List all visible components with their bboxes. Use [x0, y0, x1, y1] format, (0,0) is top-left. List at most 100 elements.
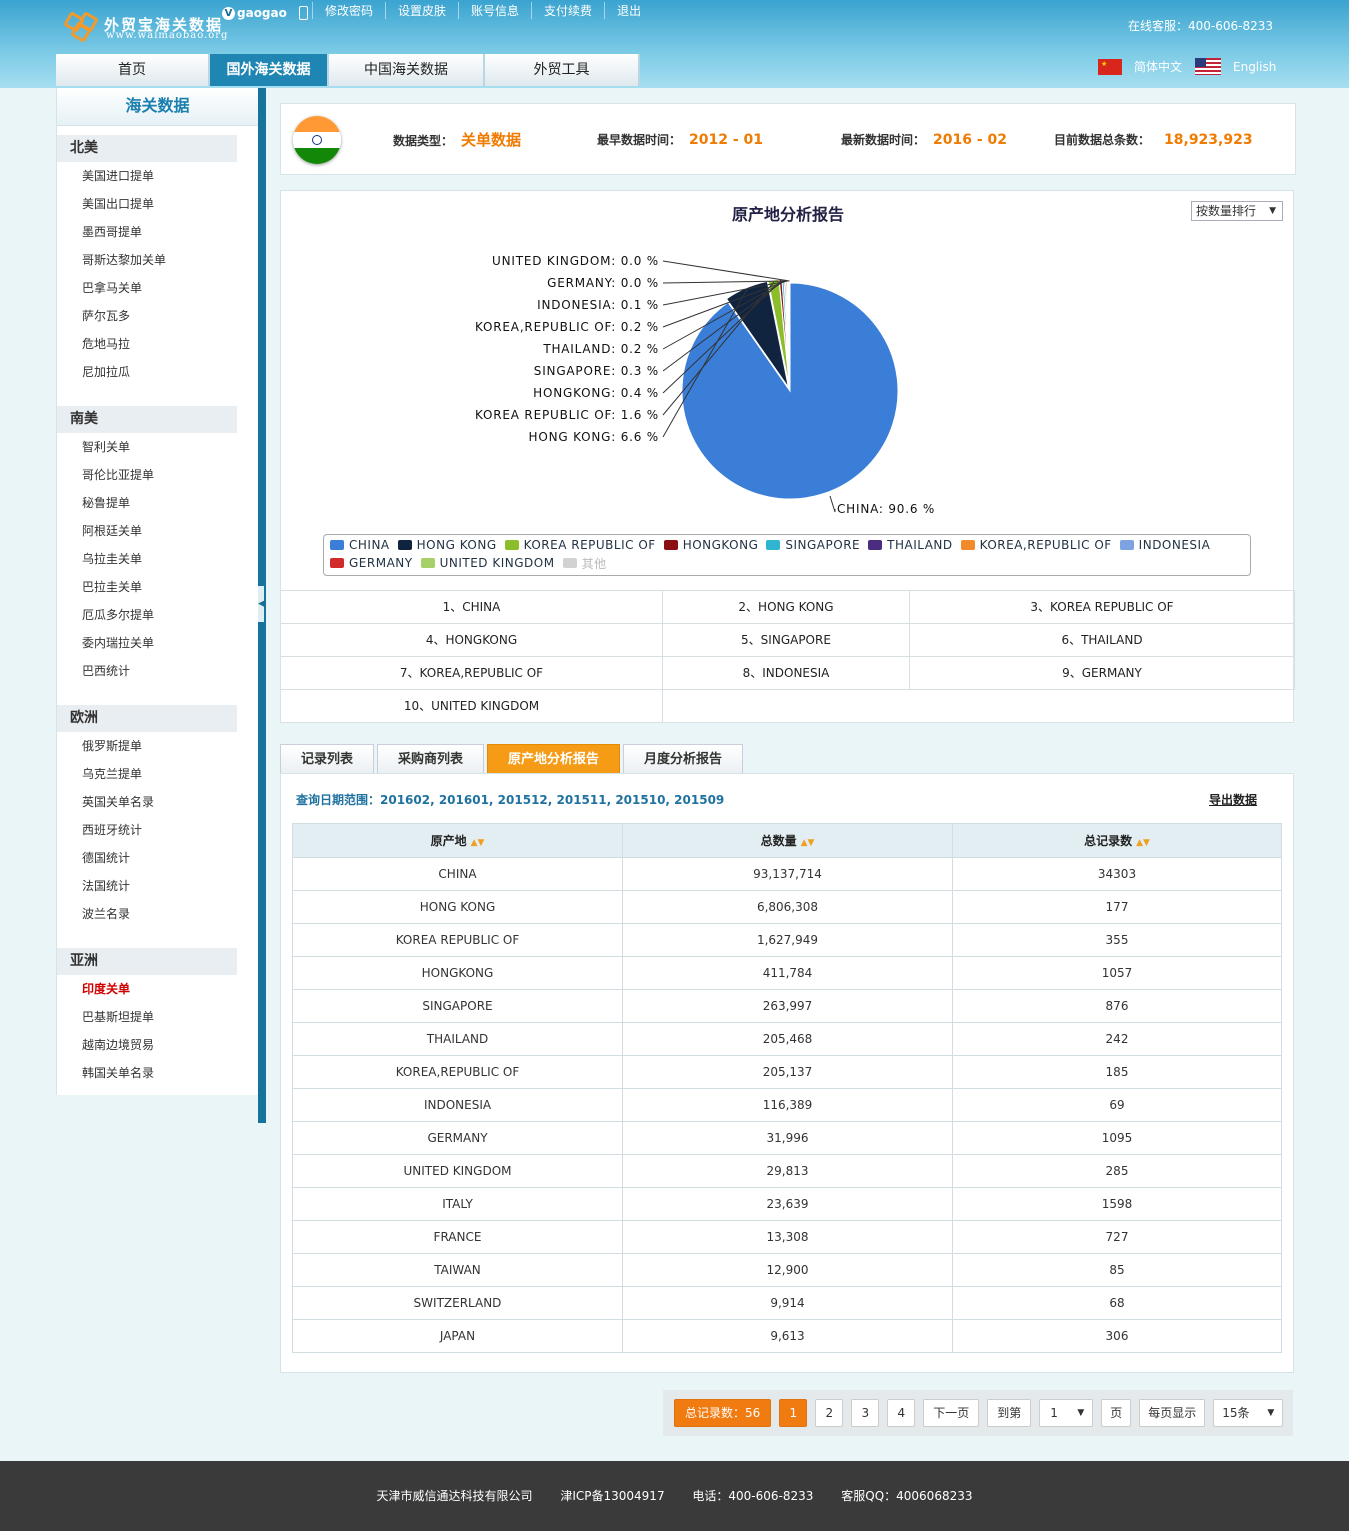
- sidebar-item[interactable]: 西班牙统计: [57, 816, 258, 844]
- total-count: 总记录数：56: [674, 1399, 772, 1427]
- sidebar-item[interactable]: 越南边境贸易: [57, 1031, 258, 1059]
- latest-time: 最新数据时间： 2016 - 02: [841, 132, 1008, 148]
- legend-label: HONGKONG: [682, 538, 759, 552]
- mobile-icon[interactable]: [298, 6, 308, 20]
- sidebar-item[interactable]: 巴拿马关单: [57, 274, 258, 302]
- page-1-button[interactable]: 1: [779, 1399, 808, 1427]
- goto-button[interactable]: 到第: [987, 1399, 1032, 1427]
- sidebar-item[interactable]: 秘鲁提单: [57, 489, 258, 517]
- collapse-arrow-icon[interactable]: ◀: [258, 586, 265, 622]
- rank-item: 1、CHINA: [281, 590, 663, 624]
- main-nav: 首页 国外海关数据 中国海关数据 外贸工具: [56, 54, 640, 86]
- table-row: CHINA 93,137,714 34303: [292, 857, 1282, 891]
- legend-item[interactable]: GERMANY: [330, 555, 413, 571]
- sidebar-item[interactable]: 巴基斯坦提单: [57, 1003, 258, 1031]
- sidebar-item[interactable]: 智利关单: [57, 433, 258, 461]
- table-cell: GERMANY: [292, 1121, 623, 1155]
- sidebar-item[interactable]: 委内瑞拉关单: [57, 629, 258, 657]
- sidebar-item[interactable]: 俄罗斯提单: [57, 732, 258, 760]
- sidebar-item[interactable]: 巴拉圭关单: [57, 573, 258, 601]
- lang-cn[interactable]: 简体中文: [1098, 58, 1182, 75]
- legend-item[interactable]: HONG KONG: [397, 537, 497, 553]
- sidebar-item[interactable]: 美国出口提单: [57, 190, 258, 218]
- nav-trade-tools[interactable]: 外贸工具: [485, 54, 640, 86]
- pagination: 总记录数：56 1 2 3 4 下一页 到第 1 ▼ 页 每页显示 15条 ▼: [663, 1390, 1293, 1436]
- legend-label: HONG KONG: [416, 538, 497, 552]
- nav-home[interactable]: 首页: [56, 54, 210, 86]
- legend-item[interactable]: INDONESIA: [1119, 537, 1211, 553]
- next-page-button[interactable]: 下一页: [923, 1399, 980, 1427]
- sidebar-item[interactable]: 巴西统计: [57, 657, 258, 685]
- page-select[interactable]: 1 ▼: [1039, 1399, 1094, 1427]
- legend-item[interactable]: 其他: [562, 555, 607, 571]
- sidebar-item[interactable]: 波兰名录: [57, 900, 258, 928]
- sort-icon: ▲▼: [800, 838, 815, 848]
- table-cell: 185: [952, 1055, 1282, 1089]
- pie-label: THAILAND: 0.2 %: [542, 342, 659, 356]
- sidebar-item[interactable]: 萨尔瓦多: [57, 302, 258, 330]
- sidebar-item[interactable]: 德国统计: [57, 844, 258, 872]
- nav-china-customs[interactable]: 中国海关数据: [329, 54, 485, 86]
- logout-link[interactable]: 退出: [604, 2, 653, 19]
- col-quantity[interactable]: 总数量 ▲▼: [622, 823, 953, 858]
- sidebar-item[interactable]: 美国进口提单: [57, 162, 258, 190]
- legend-label: SINGAPORE: [785, 538, 861, 552]
- page-2-button[interactable]: 2: [815, 1399, 844, 1427]
- rank-item: 4、HONGKONG: [281, 623, 663, 657]
- legend-item[interactable]: SINGAPORE: [766, 537, 860, 553]
- col-records[interactable]: 总记录数 ▲▼: [952, 823, 1282, 858]
- table-cell: 9,914: [622, 1286, 953, 1320]
- page-3-button[interactable]: 3: [851, 1399, 880, 1427]
- legend-item[interactable]: KOREA REPUBLIC OF: [504, 537, 656, 553]
- legend-item[interactable]: THAILAND: [868, 537, 953, 553]
- sidebar-item[interactable]: 法国统计: [57, 872, 258, 900]
- sidebar-item[interactable]: 危地马拉: [57, 330, 258, 358]
- legend-swatch: [397, 540, 412, 550]
- sidebar-item[interactable]: 尼加拉瓜: [57, 358, 258, 386]
- account-info-link[interactable]: 账号信息: [458, 2, 531, 19]
- sidebar-item[interactable]: 墨西哥提单: [57, 218, 258, 246]
- sidebar-group: 亚洲 印度关单 巴基斯坦提单 越南边境贸易 韩国关单名录: [57, 948, 258, 1087]
- legend-item[interactable]: UNITED KINGDOM: [420, 555, 555, 571]
- sidebar-item[interactable]: 哥伦比亚提单: [57, 461, 258, 489]
- sidebar-item[interactable]: 乌拉圭关单: [57, 545, 258, 573]
- sidebar-item[interactable]: 英国关单名录: [57, 788, 258, 816]
- user-badge[interactable]: V gaogao: [222, 6, 308, 20]
- pay-renew-link[interactable]: 支付续费: [531, 2, 604, 19]
- page-4-button[interactable]: 4: [887, 1399, 916, 1427]
- logo[interactable]: 外贸宝海关数据 www.waimaobao.org: [62, 6, 227, 43]
- legend-item[interactable]: KOREA,REPUBLIC OF: [960, 537, 1112, 553]
- table-cell: 85: [952, 1253, 1282, 1287]
- table-row: INDONESIA 116,389 69: [292, 1088, 1282, 1122]
- per-page-select[interactable]: 15条 ▼: [1213, 1399, 1284, 1427]
- sidebar-item[interactable]: 阿根廷关单: [57, 517, 258, 545]
- tab-record-list[interactable]: 记录列表: [280, 744, 375, 774]
- change-password-link[interactable]: 修改密码: [312, 2, 385, 19]
- table-cell: FRANCE: [292, 1220, 623, 1254]
- table-cell: 69: [952, 1088, 1282, 1122]
- col-origin[interactable]: 原产地 ▲▼: [292, 823, 623, 858]
- table-cell: HONGKONG: [292, 956, 623, 990]
- nav-foreign-customs[interactable]: 国外海关数据: [210, 54, 329, 86]
- sidebar-item[interactable]: 乌克兰提单: [57, 760, 258, 788]
- table-cell: JAPAN: [292, 1319, 623, 1353]
- legend-item[interactable]: HONGKONG: [663, 537, 759, 553]
- sidebar-item[interactable]: 厄瓜多尔提单: [57, 601, 258, 629]
- rank-item: 8、INDONESIA: [663, 656, 910, 690]
- pie-label: KOREA REPUBLIC OF: 1.6 %: [475, 408, 659, 422]
- sidebar-item[interactable]: 韩国关单名录: [57, 1059, 258, 1087]
- tab-buyer-list[interactable]: 采购商列表: [377, 744, 485, 774]
- table-cell: 68: [952, 1286, 1282, 1320]
- lang-en[interactable]: English: [1195, 58, 1276, 75]
- pie-chart: CHINA: 90.6 % HONG KONG: 6.6 % KOREA REPUB…: [475, 254, 934, 516]
- set-skin-link[interactable]: 设置皮肤: [385, 2, 458, 19]
- pie-label: HONG KONG: 6.6 %: [529, 430, 659, 444]
- footer-icp[interactable]: 津ICP备13004917: [560, 1489, 664, 1503]
- legend-item[interactable]: CHINA: [330, 537, 390, 553]
- export-data-link[interactable]: 导出数据: [1209, 791, 1257, 808]
- sidebar-item[interactable]: 哥斯达黎加关单: [57, 246, 258, 274]
- tab-origin-report[interactable]: 原产地分析报告: [487, 744, 621, 774]
- sidebar-item[interactable]: 印度关单: [57, 975, 258, 1003]
- tab-monthly-report[interactable]: 月度分析报告: [623, 744, 744, 774]
- legend-swatch: [330, 558, 344, 568]
